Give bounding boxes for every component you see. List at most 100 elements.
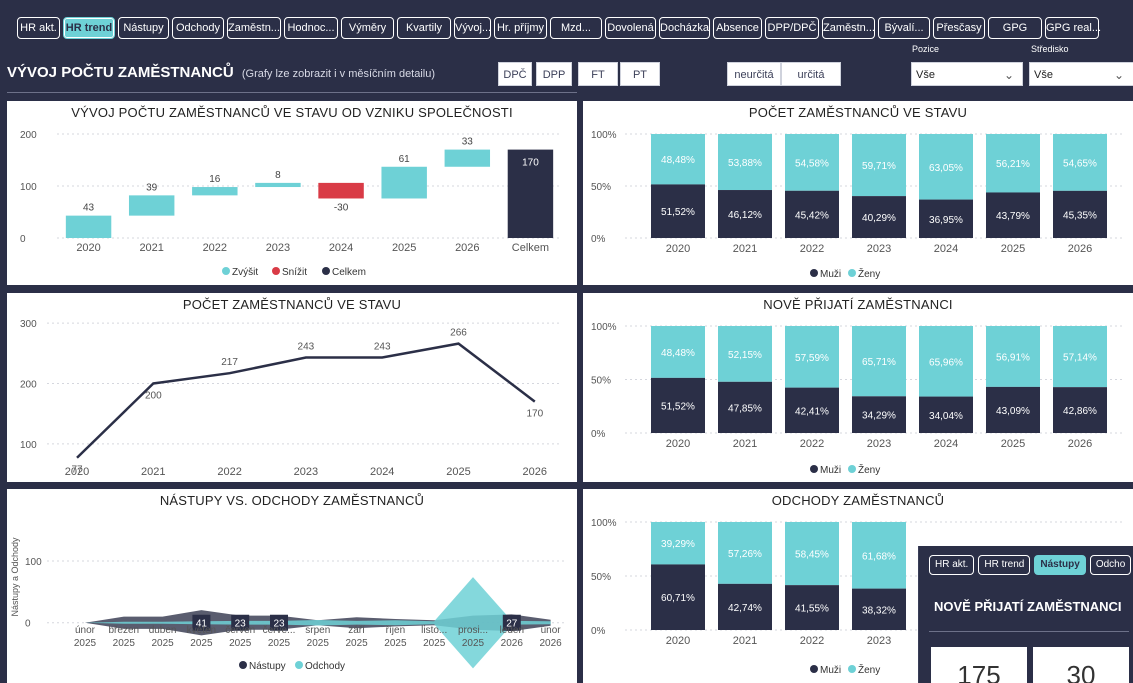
nav-tab-8[interactable]: Vývoj... [454, 17, 491, 39]
nav-tab-10[interactable]: Mzd... [550, 17, 602, 39]
nav-tab-15[interactable]: Zaměstn... [822, 17, 875, 39]
data-label: 243 [374, 341, 391, 352]
nav-tab-6[interactable]: Výměry [341, 17, 394, 39]
legend-marker [810, 665, 818, 673]
data-label-zeny: 39,29% [661, 539, 695, 550]
header-divider [7, 92, 577, 93]
x-tick-year: 2026 [539, 638, 562, 649]
nav-tab-5[interactable]: Hodnoc... [284, 17, 338, 39]
data-label-muzi: 34,29% [862, 411, 896, 422]
preview-tab-hr-trend[interactable]: HR trend [978, 555, 1031, 575]
nav-tab-4[interactable]: Zaměstn... [227, 17, 281, 39]
x-tick-month: květen [187, 625, 216, 636]
nav-tab-17[interactable]: Přesčasy [933, 17, 985, 39]
y-tick-label: 50% [591, 376, 611, 387]
legend-label: Odchody [305, 661, 345, 672]
data-label-muzi: 40,29% [862, 213, 896, 224]
joins-vs-leaves-chart: 0100Nástupy a Odchody41 23 23 27únor2025bře… [10, 537, 567, 672]
x-tick-label: 2026 [523, 466, 547, 478]
legend-marker [810, 465, 818, 473]
data-label-muzi: 42,86% [1063, 406, 1097, 417]
data-label-zeny: 57,26% [728, 549, 762, 560]
x-tick-month: únor [75, 625, 96, 636]
new-hires-chart: 0% 50% 100% 48,48% 51,52% 2020 52,15% 47,85% 202… [591, 322, 1123, 476]
nav-tab-9[interactable]: Hr. příjmy [494, 17, 547, 39]
x-tick-label: 2020 [65, 466, 89, 478]
nav-tab-2[interactable]: Nástupy [118, 17, 169, 39]
y-tick-label: 200 [20, 379, 37, 390]
nav-tab-16[interactable]: Bývalí... [878, 17, 930, 39]
joins-vs-leaves-title: NÁSTUPY VS. ODCHODY ZAMĚSTNANCŮ [159, 493, 425, 508]
legend-marker [848, 465, 856, 473]
preview-tab-nastupy[interactable]: Nástupy [1034, 555, 1086, 575]
x-tick-label: 2023 [867, 243, 891, 255]
x-tick-label: 2021 [733, 438, 757, 450]
x-tick-label: 2024 [370, 466, 394, 478]
nav-tab-19[interactable]: GPG real... [1045, 17, 1101, 39]
area-odchody [85, 577, 551, 669]
preview-tab-odchody[interactable]: Odcho [1089, 555, 1132, 575]
y-tick-label: 0 [20, 234, 26, 245]
data-label-zeny: 58,45% [795, 550, 829, 561]
filter-urcita-button[interactable]: určitá [781, 62, 841, 86]
legend-label: Ženy [858, 663, 880, 676]
y-tick-label: 100% [591, 322, 617, 333]
nav-tab-13[interactable]: Absence [713, 17, 762, 39]
nastupy-preview-card: HR akt. HR trend Nástupy Odcho NOVĚ PŘIJ… [918, 546, 1133, 683]
x-tick-label: 2023 [294, 466, 318, 478]
nav-tab-0[interactable]: HR akt. [17, 17, 60, 39]
nav-tab-12[interactable]: Docházka [659, 17, 710, 39]
nav-tab-14[interactable]: DPP/DPČ [765, 17, 819, 39]
slicer-pozice-value: Vše [916, 69, 935, 81]
data-label-muzi: 45,35% [1063, 210, 1097, 221]
data-label-muzi: 41,55% [795, 604, 829, 615]
data-label: 217 [221, 357, 238, 368]
x-tick-label: 2023 [266, 242, 290, 254]
data-label: 33 [462, 137, 474, 148]
nav-tab-3[interactable]: Odchody [172, 17, 224, 39]
legend-marker [222, 267, 230, 275]
headcount-line-title: POČET ZAMĚSTNANCŮ VE STAVU [182, 297, 402, 312]
nav-tab-11[interactable]: Dovolená [605, 17, 656, 39]
x-tick-label: 2024 [934, 243, 958, 255]
slicer-stredisko-dropdown[interactable]: Vše ⌄ [1029, 62, 1133, 86]
y-tick-label: 0% [591, 429, 606, 440]
x-tick-month: duben [149, 625, 177, 636]
x-tick-label: 2024 [329, 242, 353, 254]
y-tick-label: 50% [591, 182, 611, 193]
nav-tab-1[interactable]: HR trend [63, 17, 115, 39]
data-label-zeny: 48,48% [661, 348, 695, 359]
slicer-stredisko-label: Středisko [1031, 44, 1069, 54]
x-tick-label: 2021 [141, 466, 165, 478]
data-label-zeny: 56,21% [996, 159, 1030, 170]
legend-label: Celkem [332, 267, 366, 278]
filter-pt-button[interactable]: PT [620, 62, 660, 86]
x-tick-month: červe... [263, 625, 296, 636]
filter-dpp-button[interactable]: DPP [536, 62, 572, 86]
data-label-zeny: 54,58% [795, 158, 829, 169]
nav-tab-18[interactable]: GPG [988, 17, 1042, 39]
x-tick-year: 2025 [74, 638, 97, 649]
slicer-pozice-dropdown[interactable]: Vše ⌄ [911, 62, 1023, 86]
data-label: -30 [334, 202, 349, 213]
waterfall-bar [255, 182, 301, 188]
x-tick-month: únor [541, 625, 562, 636]
nav-tab-7[interactable]: Kvartily [397, 17, 451, 39]
x-tick-month: prosi... [458, 625, 488, 636]
y-tick-label: 0% [591, 234, 606, 245]
slicer-pozice-label: Pozice [912, 44, 940, 54]
y-tick-label: 100% [591, 130, 617, 141]
data-label-muzi: 36,95% [929, 215, 963, 226]
x-tick-year: 2025 [229, 638, 252, 649]
waterfall-panel: VÝVOJ POČTU ZAMĚSTNANCŮ VE STAVU OD VZNI… [7, 101, 577, 285]
headcount-line-chart: 1002003007720202002021217202224320232432… [20, 319, 562, 478]
data-label: 39 [146, 182, 158, 193]
preview-tab-hr-akt[interactable]: HR akt. [929, 555, 975, 575]
filter-neurcita-button[interactable]: neurčitá [727, 62, 781, 86]
x-tick-label: 2021 [139, 242, 163, 254]
new-hires-title: NOVĚ PŘIJATÍ ZAMĚSTNANCI [763, 297, 953, 312]
legend-label: Muži [820, 269, 841, 280]
filter-ft-button[interactable]: FT [578, 62, 618, 86]
data-label: 200 [145, 390, 162, 401]
filter-dpc-button[interactable]: DPČ [498, 62, 532, 86]
